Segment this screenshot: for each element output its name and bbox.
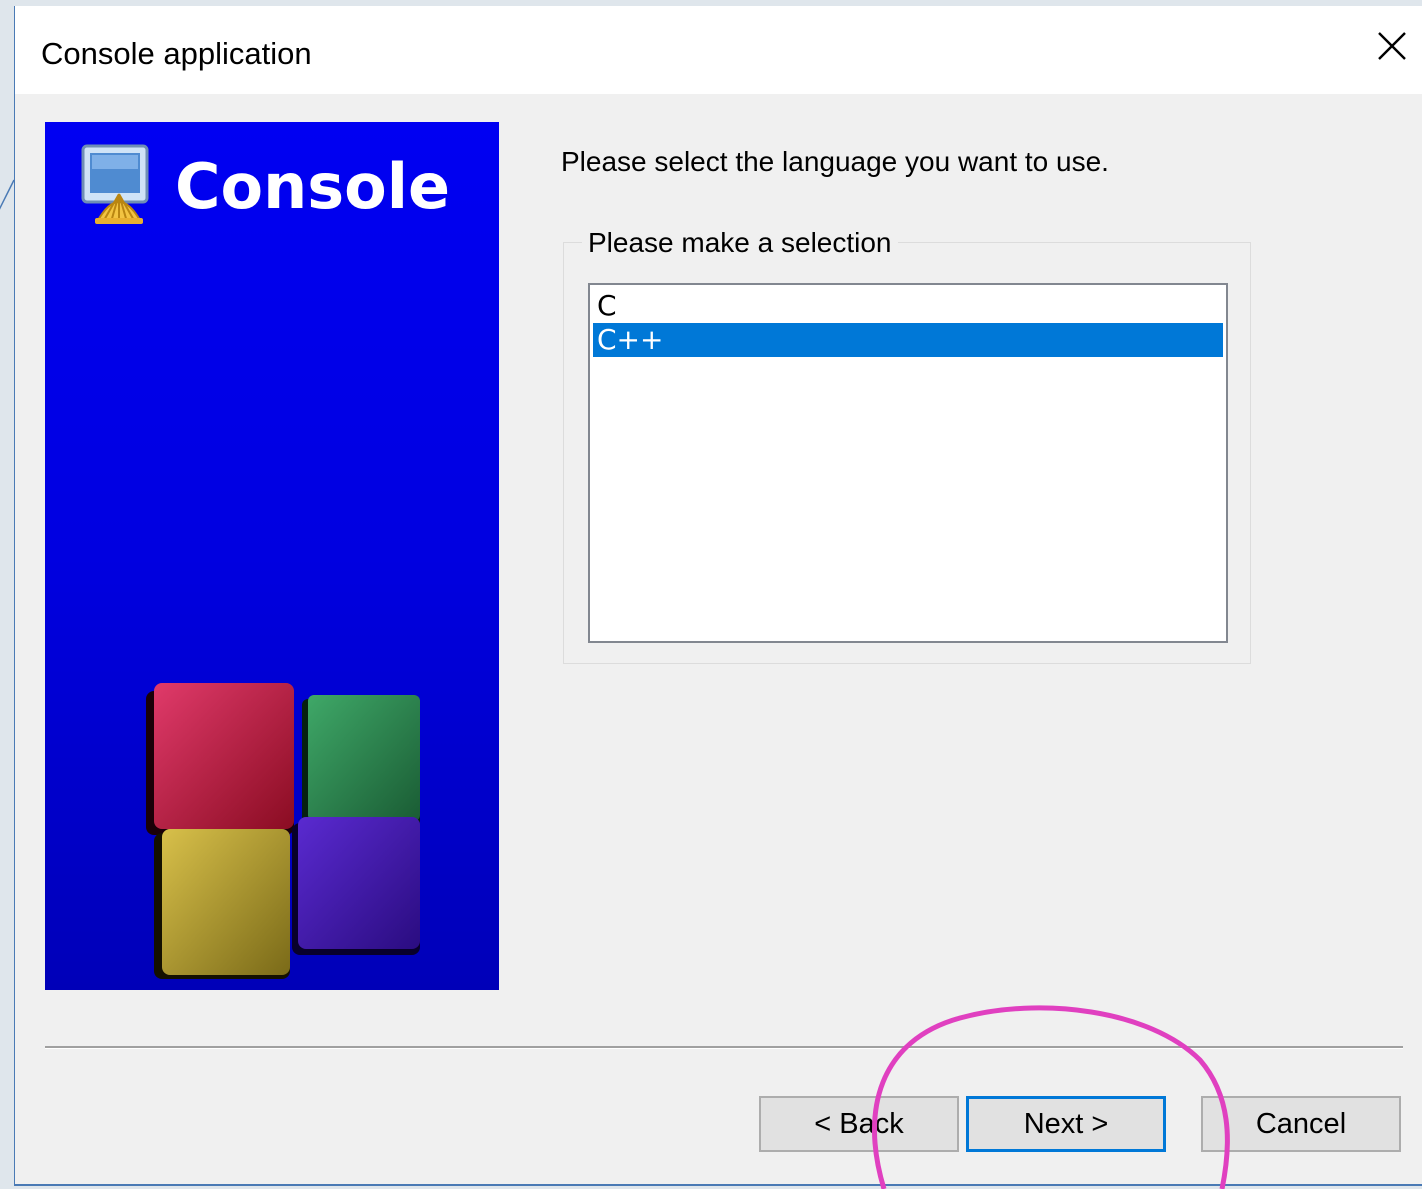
close-icon: [1378, 32, 1406, 60]
language-listbox[interactable]: C C++: [588, 283, 1228, 643]
next-button[interactable]: Next >: [966, 1096, 1166, 1152]
list-item-cpp[interactable]: C++: [593, 323, 1223, 357]
console-application-dialog: Console application Console Please selec…: [14, 6, 1422, 1186]
codeblocks-cubes-logo: [146, 683, 420, 979]
window-title: Console application: [41, 36, 312, 71]
list-item-c[interactable]: C: [593, 289, 1223, 323]
close-button[interactable]: [1370, 24, 1414, 68]
title-bar: Console application: [15, 6, 1422, 94]
banner-title: Console: [175, 150, 451, 223]
wizard-banner: Console: [45, 122, 499, 990]
language-prompt: Please select the language you want to u…: [561, 146, 1109, 177]
back-button[interactable]: < Back: [759, 1096, 959, 1152]
selection-groupbox: Please make a selection C C++: [563, 227, 1251, 664]
footer-divider: [45, 1046, 1403, 1049]
console-app-icon: [81, 144, 149, 224]
cancel-button[interactable]: Cancel: [1201, 1096, 1401, 1152]
groupbox-label: Please make a selection: [582, 227, 898, 259]
